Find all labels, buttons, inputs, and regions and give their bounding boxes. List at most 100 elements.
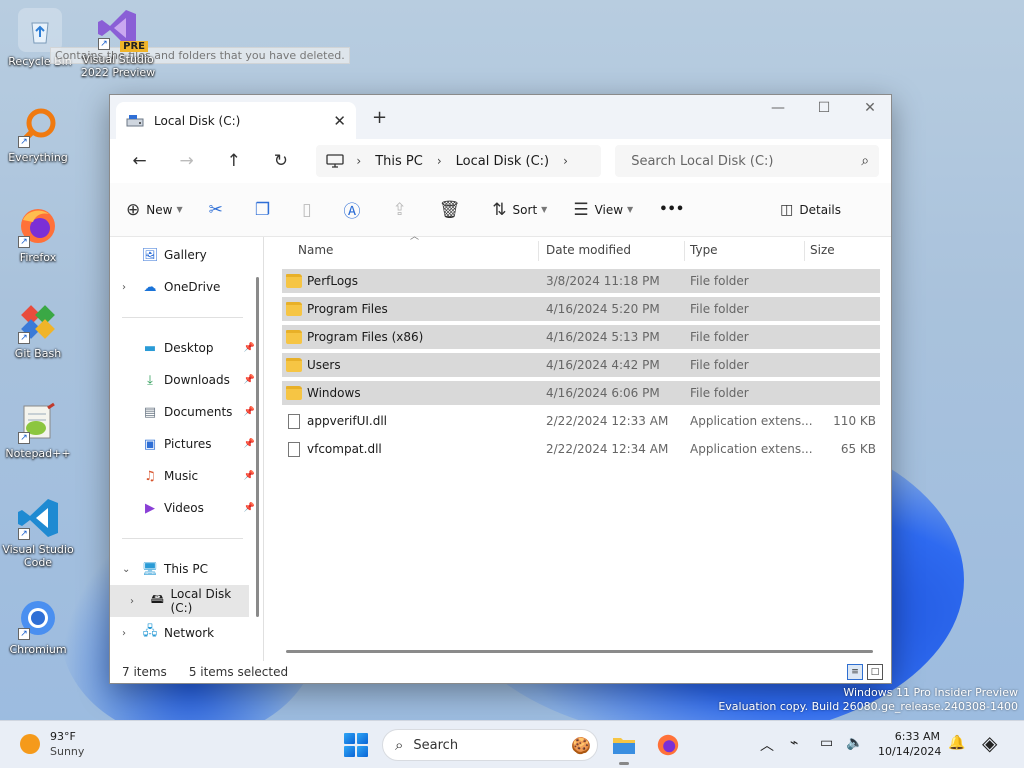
nav-item-gallery[interactable]: 🖼 Gallery	[110, 239, 263, 271]
sort-button[interactable]: ⇅ Sort ▼	[492, 200, 547, 220]
expand-chevron-icon[interactable]: ›	[130, 596, 134, 607]
plus-circle-icon: ⊕	[126, 199, 141, 220]
more-options-button[interactable]: •••	[659, 202, 684, 217]
column-header-type[interactable]: Type	[690, 243, 718, 257]
network-status-icon[interactable]: ⌁	[790, 735, 798, 751]
breadcrumb-local-disk[interactable]: Local Disk (C:)	[456, 154, 549, 169]
maximize-button[interactable]: ☐	[804, 100, 844, 116]
desktop-icon-notepad-plus-plus[interactable]: ↗ Notepad++	[0, 400, 76, 460]
display-icon[interactable]: ▭	[820, 735, 833, 751]
pin-icon: 📌	[243, 343, 255, 353]
file-name: Program Files	[307, 302, 388, 316]
nav-item-this-pc[interactable]: ⌄ 🖥 This PC	[110, 553, 263, 585]
collapse-chevron-icon[interactable]: ⌄	[122, 564, 130, 575]
file-name: vfcompat.dll	[307, 442, 382, 456]
chromium-icon: ↗	[16, 596, 60, 640]
file-name: PerfLogs	[307, 274, 359, 288]
up-button[interactable]: ↑	[216, 151, 251, 171]
column-header-size[interactable]: Size	[810, 243, 835, 257]
notification-bell-icon[interactable]: 🔔	[948, 735, 965, 751]
desktop-icon-firefox[interactable]: ↗ Firefox	[0, 204, 76, 264]
paste-button[interactable]: ▯	[302, 200, 317, 220]
nav-label: Local Disk (C:)	[170, 587, 232, 615]
column-divider[interactable]	[538, 241, 539, 261]
folder-icon	[286, 302, 302, 316]
os-watermark: Windows 11 Pro Insider Preview Evaluatio…	[718, 686, 1018, 714]
horizontal-scrollbar[interactable]	[286, 650, 873, 653]
search-highlight-icon: 🍪	[571, 735, 591, 755]
tab-local-disk[interactable]: Local Disk (C:) ✕	[116, 102, 356, 139]
sun-icon	[20, 734, 40, 754]
file-date: 4/16/2024 5:13 PM	[546, 330, 660, 344]
show-hidden-icons-chevron-icon[interactable]: ︿	[760, 735, 774, 755]
minimize-button[interactable]: —	[758, 100, 798, 116]
nav-item-network[interactable]: › 🖧 Network	[110, 617, 263, 649]
nav-label: This PC	[164, 562, 208, 576]
sort-label: Sort	[512, 202, 538, 217]
column-header-name[interactable]: Name	[298, 243, 333, 257]
forward-button[interactable]: →	[169, 151, 204, 171]
view-button[interactable]: ☰ View ▼	[573, 200, 633, 220]
file-row[interactable]: Program Files (x86) 4/16/2024 5:13 PM File…	[282, 325, 880, 349]
nav-scrollbar[interactable]	[256, 277, 259, 617]
desktop-icon-everything[interactable]: ↗ Everything	[0, 104, 76, 164]
column-divider[interactable]	[804, 241, 805, 261]
nav-item-onedrive[interactable]: › ☁ OneDrive	[110, 271, 263, 303]
refresh-button[interactable]: ↻	[263, 151, 298, 171]
new-tab-button[interactable]: +	[372, 107, 387, 128]
column-divider[interactable]	[684, 241, 685, 261]
tiles-view-toggle-icon[interactable]: □	[867, 664, 883, 680]
nav-item-pictures[interactable]: ▣ Pictures 📌	[110, 428, 263, 460]
column-header-row: ︿ Name Date modified Type Size	[264, 232, 891, 265]
nav-item-documents[interactable]: ▤ Documents 📌	[110, 396, 263, 428]
clock[interactable]: 6:33 AM 10/14/2024	[878, 729, 941, 759]
desktop-icon-vscode[interactable]: ↗ Visual Studio Code	[0, 496, 76, 569]
file-type: File folder	[690, 358, 749, 372]
file-row[interactable]: vfcompat.dll 2/22/2024 12:34 AM Applicatio…	[282, 437, 880, 461]
share-button[interactable]: ⇪	[392, 200, 412, 220]
nav-item-videos[interactable]: ▶ Videos 📌	[110, 492, 263, 524]
desktop-icon-git-bash[interactable]: ↗ Git Bash	[0, 300, 76, 360]
column-header-date[interactable]: Date modified	[546, 243, 631, 257]
file-row[interactable]: PerfLogs 3/8/2024 11:18 PM File folder	[282, 269, 880, 293]
desktop-icon-chromium[interactable]: ↗ Chromium	[0, 596, 76, 656]
copilot-icon[interactable]: ◈	[982, 731, 997, 755]
pictures-icon: ▣	[143, 436, 157, 452]
copy-button[interactable]: ❐	[255, 200, 276, 220]
file-row[interactable]: Users 4/16/2024 4:42 PM File folder	[282, 353, 880, 377]
file-type: File folder	[690, 302, 749, 316]
cut-button[interactable]: ✂	[209, 200, 229, 220]
file-row[interactable]: Program Files 4/16/2024 5:20 PM File folde…	[282, 297, 880, 321]
start-button[interactable]	[344, 733, 368, 757]
taskbar-search[interactable]: ⌕ Search 🍪	[382, 729, 598, 761]
nav-item-local-disk[interactable]: › 🖴 Local Disk (C:)	[110, 585, 249, 617]
file-row[interactable]: Windows 4/16/2024 6:06 PM File folder	[282, 381, 880, 405]
expand-chevron-icon[interactable]: ›	[122, 282, 126, 293]
expand-chevron-icon[interactable]: ›	[122, 628, 126, 639]
rename-button[interactable]: Ⓐ	[343, 197, 366, 222]
nav-label: Videos	[164, 501, 204, 515]
nav-item-downloads[interactable]: ⤓ Downloads 📌	[110, 364, 263, 396]
git-bash-icon: ↗	[16, 300, 60, 344]
desktop-icon-visual-studio[interactable]: PRE ↗ Visual Studio 2022 Preview	[80, 6, 156, 79]
close-button[interactable]: ✕	[850, 100, 890, 116]
search-box[interactable]: Search Local Disk (C:) ⌕	[615, 145, 880, 177]
breadcrumb-this-pc[interactable]: This PC	[375, 154, 423, 169]
recycle-bin-icon	[18, 8, 62, 52]
breadcrumb[interactable]: › This PC › Local Disk (C:) ›	[316, 145, 602, 177]
back-button[interactable]: ←	[122, 151, 157, 171]
nav-item-music[interactable]: ♫ Music 📌	[110, 460, 263, 492]
volume-icon[interactable]: 🔈	[846, 735, 863, 751]
drive-icon: 🖴	[150, 592, 164, 607]
new-button[interactable]: ⊕ New ▼	[126, 200, 183, 220]
file-row[interactable]: appverifUI.dll 2/22/2024 12:33 AM Applicat…	[282, 409, 880, 433]
pin-icon: 📌	[243, 439, 255, 449]
taskbar-file-explorer[interactable]	[610, 731, 638, 765]
delete-button[interactable]: 🗑	[439, 200, 467, 220]
tab-close-icon[interactable]: ✕	[333, 112, 346, 130]
nav-item-desktop[interactable]: ▬ Desktop 📌	[110, 332, 263, 364]
details-pane-button[interactable]: ◫ Details	[780, 202, 841, 218]
weather-widget[interactable]: 93°F Sunny	[20, 729, 84, 759]
details-view-toggle-icon[interactable]: ≡	[847, 664, 863, 680]
taskbar-firefox[interactable]	[654, 731, 682, 759]
